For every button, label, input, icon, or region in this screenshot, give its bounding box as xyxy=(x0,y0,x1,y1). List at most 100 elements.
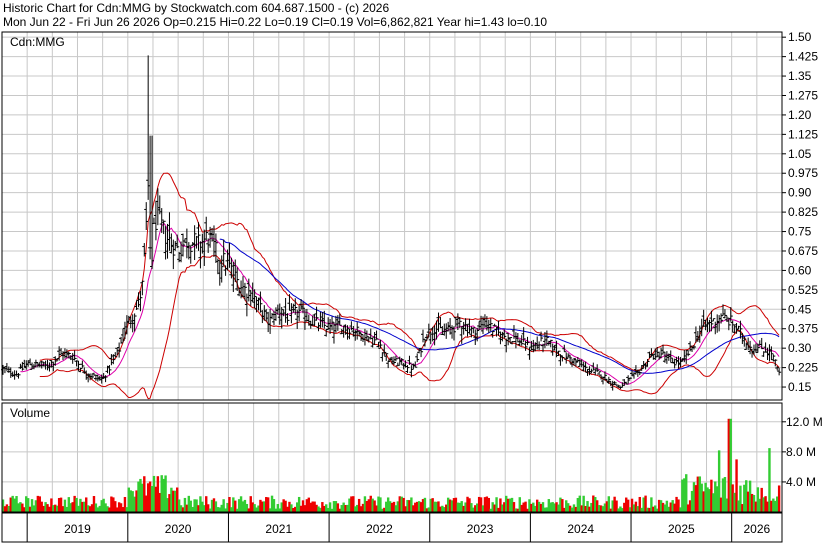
price-bar xyxy=(248,290,253,306)
price-bar xyxy=(194,235,199,249)
price-bar xyxy=(173,241,178,251)
price-bar xyxy=(47,362,52,372)
price-bar xyxy=(525,336,530,346)
price-bar xyxy=(179,241,184,263)
price-tick-label: 0.15 xyxy=(788,380,812,394)
price-bar xyxy=(287,294,292,311)
price-tick-label: 0.45 xyxy=(788,302,812,316)
price-bar xyxy=(597,371,602,375)
price-bar xyxy=(767,344,772,362)
price-bar xyxy=(215,258,220,275)
price-bar xyxy=(221,239,226,266)
year-label: 2024 xyxy=(567,522,594,536)
year-label: 2019 xyxy=(64,522,91,536)
price-bar xyxy=(686,350,691,357)
year-label: 2025 xyxy=(668,522,695,536)
year-label: 2022 xyxy=(366,522,393,536)
volume-label: Volume xyxy=(10,406,50,420)
bollinger-lower xyxy=(39,254,780,400)
price-bar xyxy=(740,332,745,344)
time-axis: 2019 2020 2021 2022 2023 2024 2025 2026 xyxy=(26,513,771,542)
price-bar xyxy=(198,241,203,269)
price-bar xyxy=(537,341,542,351)
price-bar xyxy=(153,200,158,241)
price-bar xyxy=(304,308,309,322)
price-bar xyxy=(270,312,275,320)
price-bar xyxy=(244,293,249,317)
price-bar xyxy=(188,246,193,264)
price-bar xyxy=(500,331,505,342)
price-bar xyxy=(165,223,170,259)
price-bar xyxy=(146,55,151,200)
price-tick-label: 0.30 xyxy=(788,341,812,355)
price-bar xyxy=(711,318,716,322)
price-bar xyxy=(519,335,524,346)
price-bar xyxy=(568,355,573,364)
price-bar xyxy=(438,317,443,329)
price-bar xyxy=(761,351,766,357)
price-tick-label: 0.90 xyxy=(788,186,812,200)
volume-grid xyxy=(2,403,782,512)
price-bar xyxy=(115,347,120,355)
price-bar xyxy=(448,318,453,335)
price-bar xyxy=(595,364,600,373)
price-tick-label: 0.225 xyxy=(788,361,818,375)
volume-bar xyxy=(777,485,781,512)
volume-tick-label: 12.0 M xyxy=(786,415,823,429)
price-bar xyxy=(492,323,497,327)
price-bar xyxy=(763,342,768,353)
price-bar xyxy=(415,353,420,363)
year-label: 2020 xyxy=(165,522,192,536)
price-bar xyxy=(411,363,416,370)
price-tick-label: 1.20 xyxy=(788,108,812,122)
price-bar xyxy=(421,329,426,343)
year-label: 2023 xyxy=(467,522,494,536)
price-tick-label: 1.425 xyxy=(788,50,818,64)
price-bar xyxy=(651,354,656,360)
price-bar xyxy=(422,338,427,347)
price-bar xyxy=(312,314,317,327)
price-bar xyxy=(213,233,218,263)
price-bar xyxy=(513,332,518,349)
price-tick-label: 0.675 xyxy=(788,244,818,258)
price-bar xyxy=(59,348,64,355)
volume-tick-label: 4.0 M xyxy=(786,475,816,489)
volume-bars xyxy=(1,418,781,512)
price-bar xyxy=(22,359,27,368)
price-tick-label: 0.975 xyxy=(788,166,818,180)
price-bar xyxy=(157,195,162,215)
price-bar xyxy=(217,260,222,286)
price-tick-label: 1.125 xyxy=(788,127,818,141)
price-bar xyxy=(14,370,19,376)
price-bar xyxy=(759,337,764,350)
price-bar xyxy=(91,372,96,376)
price-bar xyxy=(316,322,321,332)
year-label: 2021 xyxy=(265,522,292,536)
price-tick-label: 1.05 xyxy=(788,147,812,161)
price-bar xyxy=(359,332,364,342)
price-bar xyxy=(297,305,302,322)
price-bar xyxy=(684,350,689,364)
price-bar xyxy=(161,220,166,235)
price-bar xyxy=(670,358,675,364)
year-label: 2026 xyxy=(743,522,770,536)
price-bar xyxy=(171,239,176,270)
price-bar xyxy=(614,384,619,386)
price-bar xyxy=(777,368,782,376)
price-bar xyxy=(190,242,195,246)
price-bar xyxy=(386,360,391,369)
price-bar xyxy=(589,368,594,374)
volume-axis: 12.0 M 8.0 M 4.0 M xyxy=(782,415,823,489)
panel-frames xyxy=(1,31,783,543)
price-bar xyxy=(256,297,261,311)
price-bar xyxy=(550,343,555,356)
price-bar xyxy=(4,362,9,371)
price-tick-label: 0.60 xyxy=(788,263,812,277)
price-bar xyxy=(606,376,611,385)
historic-chart: 1.50 1.425 1.35 1.275 1.20 1.125 1.05 0.975 0.90… xyxy=(1,30,823,543)
price-bar xyxy=(121,328,126,343)
price-bar xyxy=(241,276,246,297)
price-bar xyxy=(80,360,85,368)
price-tick-label: 0.375 xyxy=(788,322,818,336)
symbol-label: Cdn:MMG xyxy=(10,35,65,49)
